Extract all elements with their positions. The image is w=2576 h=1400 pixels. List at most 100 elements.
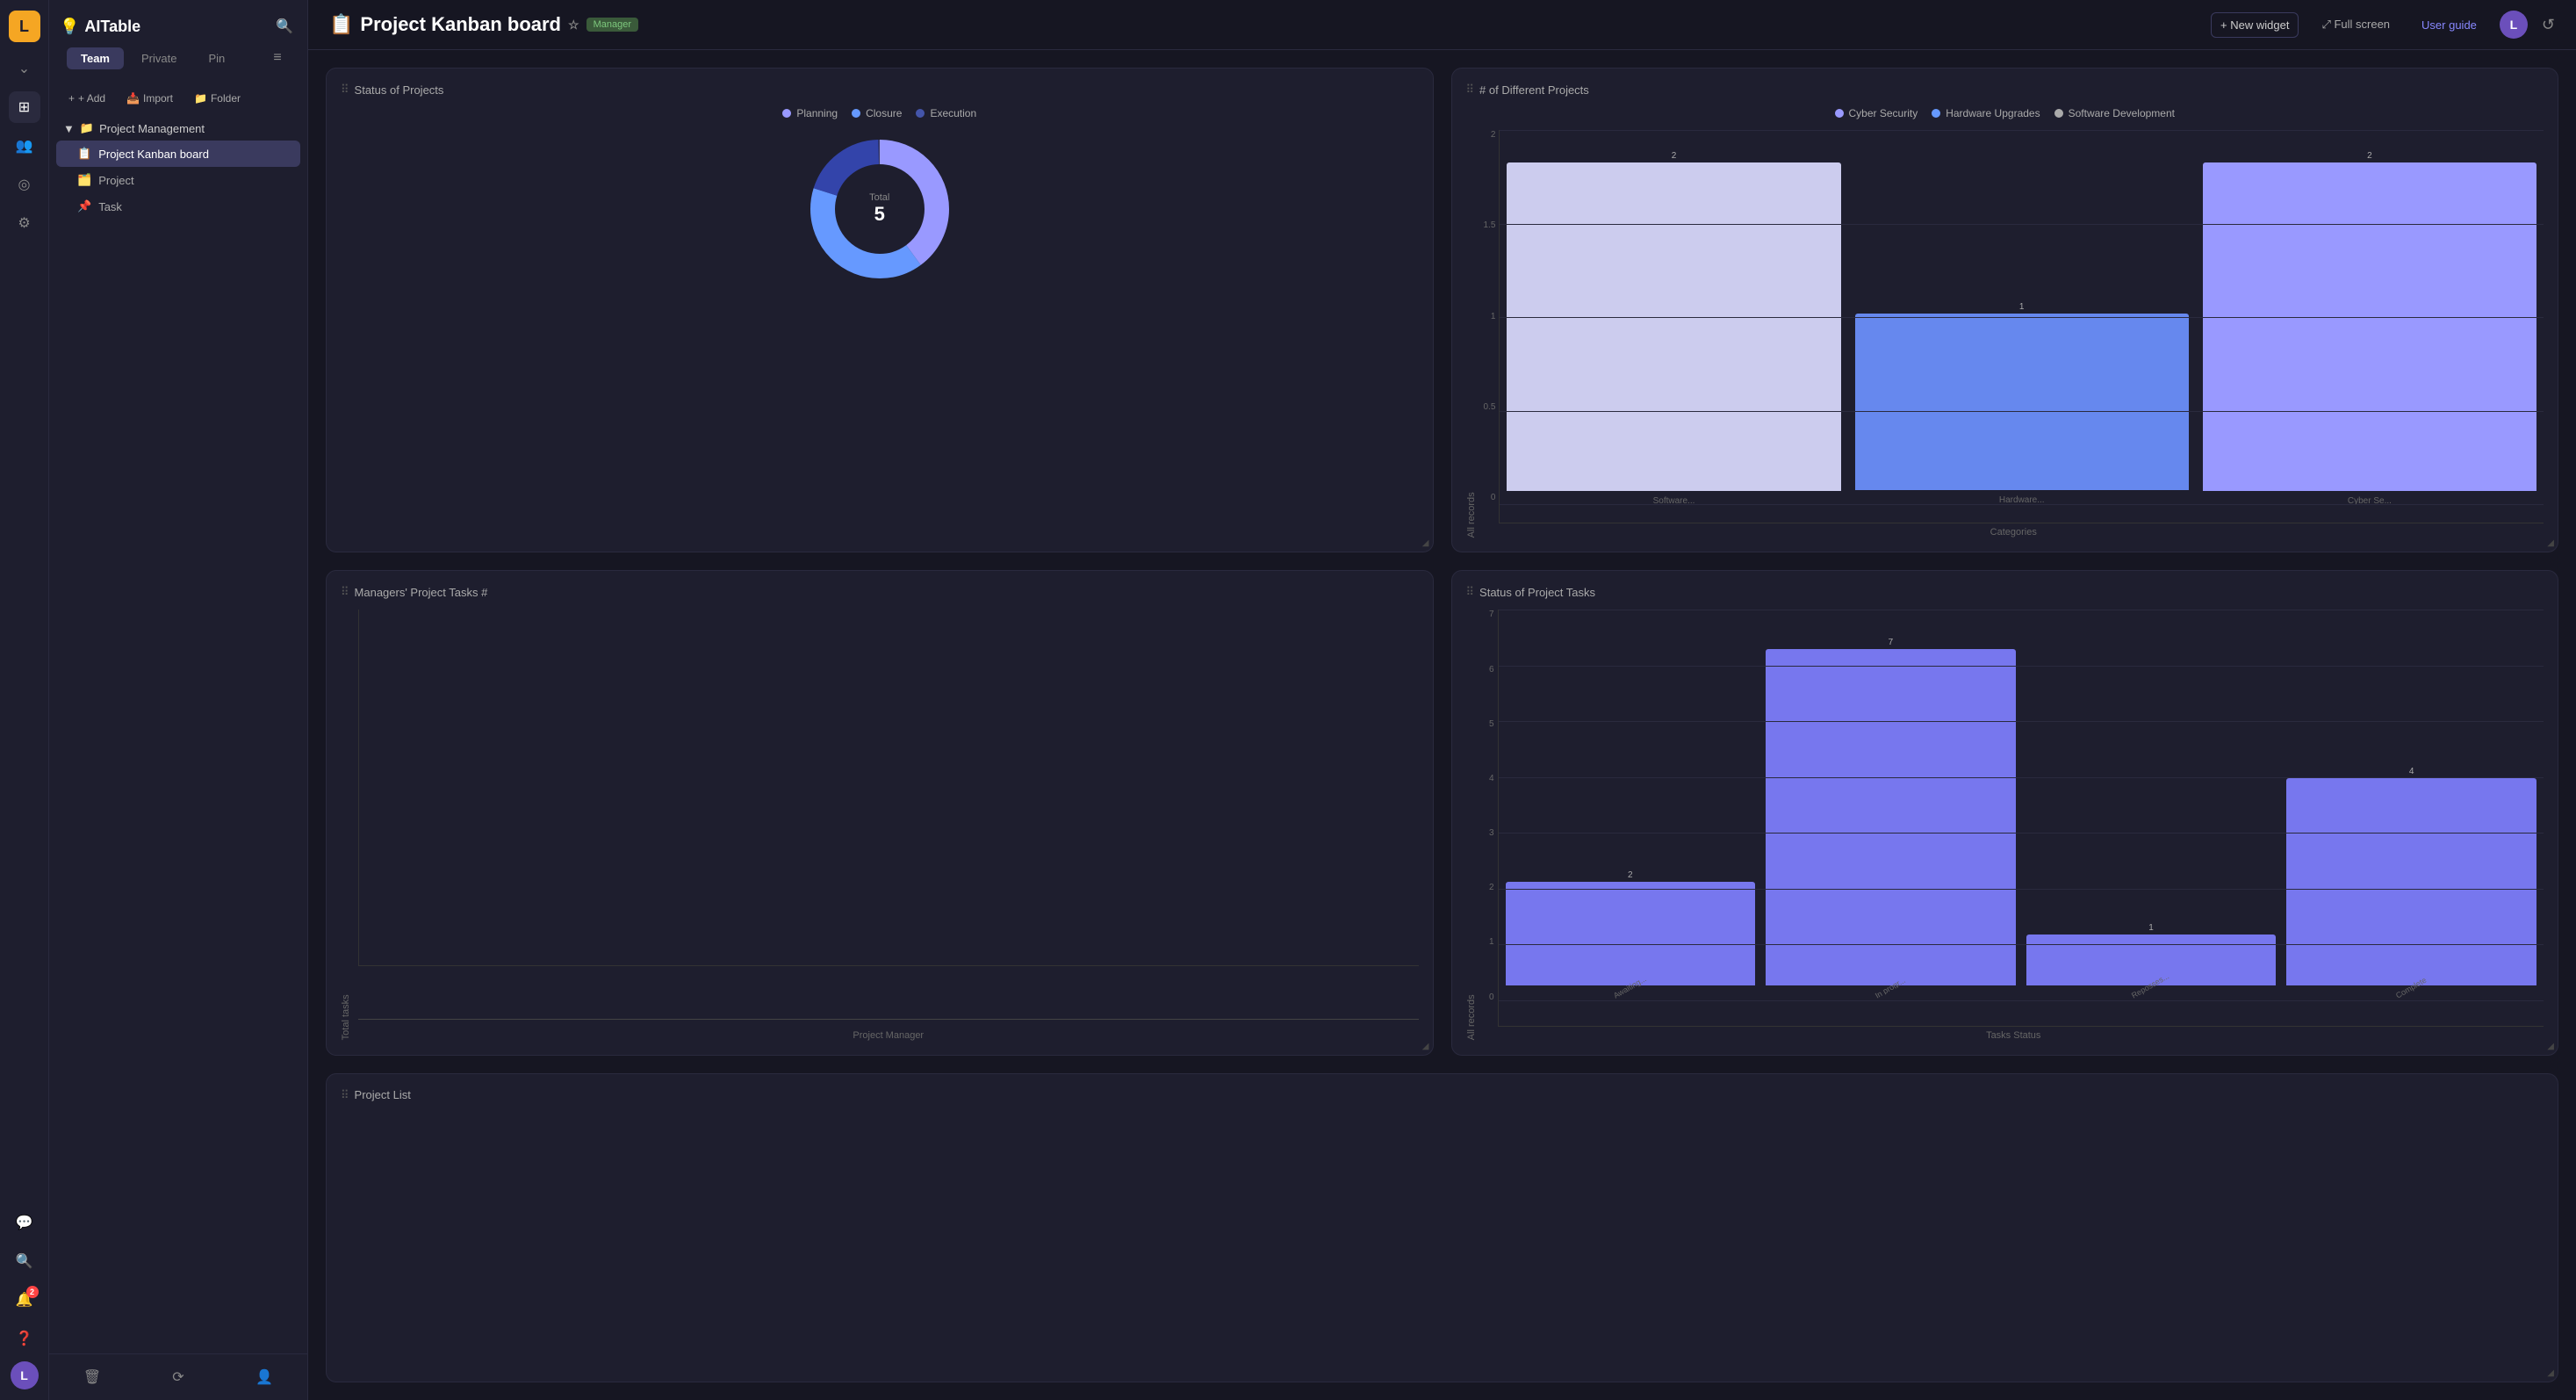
app-logo: L [9,11,40,42]
legend-planning: Planning [782,107,838,119]
bell-icon[interactable]: 🔔 2 [9,1284,40,1316]
widget-managers-tasks: Managers' Project Tasks # Total tasks Pr… [326,570,1434,1055]
donut-center: Total 5 [869,192,889,226]
add-user-button[interactable]: 👤 [250,1363,278,1391]
settings-icon[interactable]: ⚙ [9,207,40,239]
dashboard: Status of Projects Planning Closure Exec… [308,50,2576,1400]
resize-handle-5[interactable]: ◢ [2547,1368,2554,1378]
nav-group-label-text: Project Management [99,122,205,135]
bar-rect-inprogress [1766,649,2016,985]
new-widget-button[interactable]: + New widget [2211,12,2299,38]
user-avatar-rail[interactable]: L [11,1361,39,1389]
x-axis-title-tasks: Tasks Status [1484,1030,2544,1041]
widget-title-num-projects: # of Different Projects [1466,83,2544,97]
nav-item-label-project: Project [98,174,133,187]
tab-private[interactable]: Private [127,47,191,69]
sidebar-bottom: 🗑 ⟳ 👤 [49,1353,307,1400]
donut-total-value: 5 [869,203,889,226]
nav-item-task[interactable]: 📌 Task [56,193,300,220]
tab-pin[interactable]: Pin [194,47,239,69]
nav-item-emoji-project: 🗂️ [77,173,91,187]
resize-handle-3[interactable]: ◢ [1422,1042,1429,1051]
bar-inprogress: 7 In progr... [1766,638,2016,1000]
nav-item-kanban[interactable]: 📋 Project Kanban board [56,141,300,167]
user-guide-button[interactable]: User guide [2413,13,2486,37]
y-axis-label-num-projects: All records [1466,130,1477,538]
resize-handle-1[interactable]: ◢ [1422,538,1429,548]
sidebar-search-button[interactable]: 🔍 [272,14,297,39]
star-icon[interactable]: ☆ [568,18,579,32]
bar-repossessed: 1 Reposses... [2026,638,2277,1000]
software-dot [2054,109,2063,118]
y-tick-2: 2 [1484,883,1494,892]
nav-group-project-management[interactable]: ▼ 📁 Project Management [56,116,300,141]
sidebar-menu-button[interactable]: ≡ [265,46,290,70]
chevron-down-icon: ▼ [63,122,75,135]
nav-item-project[interactable]: 🗂️ Project [56,167,300,193]
y-tick-0-5: 0.5 [1484,402,1496,412]
sidebar-tabs: Team Private Pin [56,47,249,76]
y-tick-0: 0 [1484,992,1494,1002]
title-text: Project Kanban board [360,13,561,36]
resize-handle-4[interactable]: ◢ [2547,1042,2554,1051]
donut-legend: Planning Closure Execution [782,107,976,119]
cyber-label: Cyber Security [1849,107,1918,119]
full-screen-button[interactable]: ⤢ Full screen [2313,12,2399,37]
y-axis-label-managers: Total tasks [341,610,351,1040]
add-button[interactable]: + + Add [60,88,114,109]
widget-num-projects: # of Different Projects Cyber Security H… [1451,68,2559,552]
notification-badge: 2 [26,1286,39,1298]
legend-hardware: Hardware Upgrades [1932,107,2040,119]
y-tick-5: 5 [1484,719,1494,729]
bar-label-cyber: Cyber Se... [2348,496,2392,505]
planning-label: Planning [796,107,838,119]
bar-value-cyber: 2 [2367,151,2372,161]
cyber-dot [1835,109,1844,118]
y-tick-1: 1 [1484,937,1494,947]
task-status-chart: All records 7 6 5 4 3 2 1 0 [1466,610,2544,1040]
folder-button[interactable]: 📁 Folder [185,88,249,109]
sidebar-header: 💡 AITable 🔍 [49,0,307,46]
grid-icon[interactable]: ⊞ [9,91,40,123]
y-tick-1-5: 1.5 [1484,220,1496,230]
planning-dot [782,109,791,118]
users-icon[interactable]: 👥 [9,130,40,162]
app-logo-emoji: 💡 [60,18,79,36]
resize-handle-2[interactable]: ◢ [2547,538,2554,548]
collapse-icon[interactable]: ⌄ [9,53,40,84]
widget-project-list: Project List ◢ [326,1073,2558,1382]
tab-team[interactable]: Team [67,47,124,69]
sidebar-actions: + + Add 📥 Import 📁 Folder [49,84,307,116]
managers-chart: Total tasks Project Manager [341,610,1419,1040]
nav-group-emoji: 📁 [80,121,94,135]
topbar-avatar[interactable]: L [2500,11,2528,39]
bar-value-inprogress: 7 [1889,638,1894,647]
search-icon[interactable]: 🔍 [9,1245,40,1277]
bar-software: 2 Software... [1507,151,1840,505]
bar-value-software: 2 [1672,151,1677,161]
chat-icon[interactable]: 💬 [9,1207,40,1238]
refresh-icon[interactable]: ↺ [2542,16,2555,34]
help-icon[interactable]: ❓ [9,1323,40,1354]
bar-rect-repossessed [2026,935,2277,985]
num-projects-chart: All records 2 1.5 1 0.5 0 [1466,130,2544,538]
bar-rect-awaiting [1506,882,1756,985]
legend-closure: Closure [852,107,902,119]
hardware-dot [1932,109,1940,118]
topbar: 📋 Project Kanban board ☆ Manager + New w… [308,0,2576,50]
y-tick-2: 2 [1484,130,1496,140]
bar-value-hardware: 1 [2019,302,2025,312]
y-axis-label-tasks: All records [1466,610,1477,1040]
x-axis-title-num-projects: Categories [1484,527,2544,538]
cycle-button[interactable]: ⟳ [164,1363,192,1391]
trash-button[interactable]: 🗑 [78,1363,106,1391]
bar-rect-cyber [2203,162,2536,491]
y-tick-1: 1 [1484,312,1496,321]
compass-icon[interactable]: ◎ [9,169,40,200]
add-icon: + [68,92,75,105]
bar-cyber: 2 Cyber Se... [2203,151,2536,505]
import-button[interactable]: 📥 Import [118,88,182,109]
title-emoji: 📋 [329,13,353,36]
folder-icon: 📁 [194,92,207,105]
donut-chart: Total 5 [801,130,959,288]
